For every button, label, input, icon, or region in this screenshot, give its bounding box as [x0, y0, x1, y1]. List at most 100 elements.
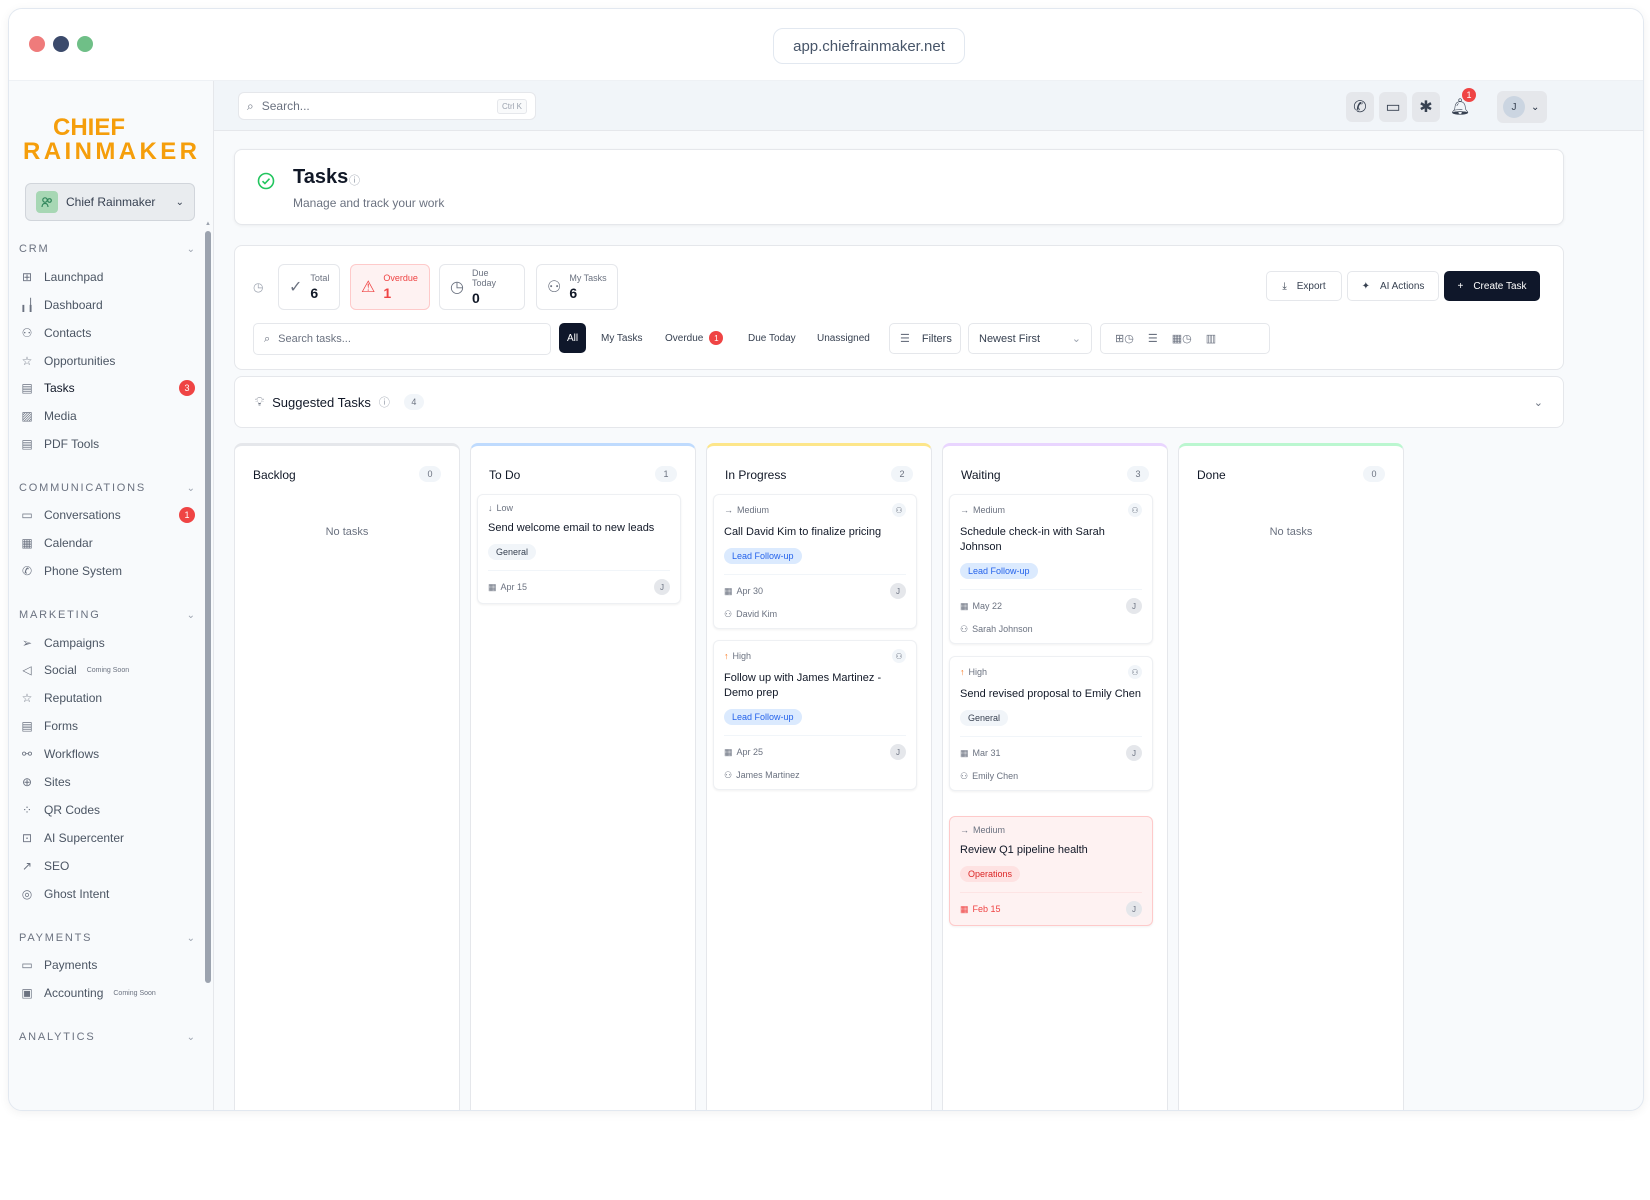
task-card-overdue[interactable]: → Medium Review Q1 pipeline health Operat… — [949, 816, 1153, 926]
browser-window: app.chiefrainmaker.net CHIEF RAINMAKER C… — [8, 8, 1644, 1111]
chevron-down-icon[interactable]: ⌄ — [1534, 396, 1543, 409]
column-title: Done — [1197, 468, 1226, 482]
brand-logo: CHIEF RAINMAKER — [23, 114, 197, 163]
tab-all[interactable]: All — [559, 323, 587, 353]
sidebar-item-pdf-tools[interactable]: ▤ PDF Tools — [19, 433, 195, 455]
global-search[interactable]: ⌕ Search... Ctrl K — [238, 92, 536, 120]
calendar-view-icon[interactable]: ▦◷ — [1172, 332, 1192, 345]
info-icon[interactable]: ⓘ — [349, 172, 360, 188]
column-count: 3 — [1127, 466, 1149, 482]
chart-view-icon[interactable]: ▥ — [1206, 332, 1216, 345]
sidebar-item-tasks[interactable]: ▤ Tasks 3 — [19, 377, 195, 399]
account-switcher[interactable]: Chief Rainmaker ⌄ — [25, 183, 195, 221]
export-button[interactable]: ⤓ Export — [1266, 271, 1342, 301]
list-view-icon[interactable]: ☰ — [1148, 332, 1158, 345]
avatar[interactable]: J — [1126, 598, 1142, 614]
task-tag: Lead Follow-up — [724, 709, 802, 725]
notifications-button[interactable]: 🔔︎ 1 — [1446, 88, 1476, 122]
avatar[interactable]: J — [890, 583, 906, 599]
sidebar-item-seo[interactable]: ↗ SEO — [19, 855, 195, 877]
pdf-icon: ▤ — [21, 437, 33, 451]
task-title: Call David Kim to finalize pricing — [724, 526, 882, 538]
board-view-icon[interactable]: ⊞◷ — [1115, 332, 1134, 345]
task-card[interactable]: → Medium ⚇ Call David Kim to finalize pric… — [713, 494, 917, 629]
sidebar-item-social[interactable]: ◁ Social Coming Soon — [19, 659, 195, 681]
create-task-button[interactable]: + Create Task — [1444, 271, 1540, 301]
task-tag: Operations — [960, 866, 1021, 882]
section-marketing[interactable]: MARKETING ⌄ — [19, 609, 195, 621]
sidebar-scrollbar[interactable] — [205, 231, 211, 983]
workflow-icon: ⚯ — [21, 747, 33, 761]
sidebar-item-workflows[interactable]: ⚯ Workflows — [19, 743, 195, 765]
phone-button[interactable]: ✆ — [1346, 92, 1374, 122]
task-tag: General — [960, 710, 1009, 726]
avatar[interactable]: J — [890, 744, 906, 760]
sidebar-item-conversations[interactable]: ▭ Conversations 1 — [19, 504, 195, 526]
sidebar-item-dashboard[interactable]: ╻╽ Dashboard — [19, 294, 195, 316]
task-card[interactable]: → Medium ⚇ Schedule check-in with Sarah Jo… — [949, 494, 1153, 644]
suggested-tasks-bar[interactable]: 💡︎ Suggested Tasks ⓘ 4 ⌄ — [234, 376, 1564, 428]
chevron-down-icon: ⌄ — [1071, 333, 1081, 345]
task-card[interactable]: ↑ High ⚇ Follow up with James Martinez - D… — [713, 640, 917, 790]
avatar[interactable]: J — [654, 579, 670, 595]
section-communications[interactable]: COMMUNICATIONS ⌄ — [19, 482, 195, 494]
task-footer: ▦ Apr 15 J — [488, 570, 670, 595]
avatar[interactable]: J — [1126, 745, 1142, 761]
stat-due-today[interactable]: ◷ Due Today 0 — [439, 264, 525, 310]
sidebar-item-ghost-intent[interactable]: ◎ Ghost Intent — [19, 883, 195, 905]
section-crm[interactable]: CRM ⌄ — [19, 243, 195, 255]
download-icon: ⤓ — [1282, 280, 1287, 292]
bug-report-button[interactable]: ✱ — [1412, 92, 1440, 122]
sidebar-item-qr-codes[interactable]: ⁘ QR Codes — [19, 799, 195, 821]
task-title: Send revised proposal to Emily Chen — [960, 688, 1141, 700]
sidebar-item-reputation[interactable]: ☆ Reputation — [19, 687, 195, 709]
task-card[interactable]: ↓ Low Send welcome email to new leads Gen… — [477, 494, 681, 604]
tab-unassigned[interactable]: Unassigned — [809, 323, 878, 353]
sidebar-item-phone-system[interactable]: ✆ Phone System — [19, 560, 195, 582]
task-search-input[interactable]: ⌕ Search tasks... — [253, 323, 551, 355]
sidebar-item-opportunities[interactable]: ☆ Opportunities — [19, 350, 195, 372]
messages-button[interactable]: ▭ — [1379, 92, 1407, 122]
tab-overdue[interactable]: Overdue 1 — [657, 323, 731, 353]
send-icon: ➢ — [21, 636, 33, 650]
tab-my-tasks[interactable]: My Tasks — [593, 323, 651, 353]
sort-select[interactable]: Newest First ⌄ — [968, 323, 1092, 354]
tab-due-today[interactable]: Due Today — [740, 323, 804, 353]
sidebar-item-sites[interactable]: ⊕ Sites — [19, 771, 195, 793]
sidebar-item-contacts[interactable]: ⚇ Contacts — [19, 322, 195, 344]
stat-total[interactable]: ✓ Total 6 — [278, 264, 340, 310]
sidebar-item-forms[interactable]: ▤ Forms — [19, 715, 195, 737]
column-title: In Progress — [725, 468, 787, 482]
url-bar[interactable]: app.chiefrainmaker.net — [773, 28, 965, 64]
notification-badge: 1 — [1462, 88, 1476, 102]
stat-overdue[interactable]: ⚠ Overdue 1 — [350, 264, 430, 310]
sidebar-item-accounting[interactable]: ▣ Accounting Coming Soon — [19, 982, 195, 1004]
overdue-badge: 1 — [709, 331, 724, 345]
stat-my-tasks[interactable]: ⚇ My Tasks 6 — [536, 264, 618, 310]
sidebar-item-calendar[interactable]: ▦ Calendar — [19, 532, 195, 554]
sidebar-item-campaigns[interactable]: ➢ Campaigns — [19, 632, 195, 654]
ai-actions-button[interactable]: ✦ AI Actions — [1347, 271, 1439, 301]
filters-button[interactable]: ☰ Filters — [889, 323, 961, 354]
section-analytics[interactable]: ANALYTICS ⌄ — [19, 1031, 195, 1043]
close-dot[interactable] — [29, 36, 45, 52]
section-payments[interactable]: PAYMENTS ⌄ — [19, 932, 195, 944]
minimize-dot[interactable] — [53, 36, 69, 52]
clock-icon[interactable]: ◷ — [253, 280, 263, 294]
person-icon: ⚇ — [892, 503, 906, 517]
task-contact: ⚇ David Kim — [724, 609, 778, 619]
avatar[interactable]: J — [1126, 901, 1142, 917]
scroll-up-arrow[interactable]: ▲ — [205, 221, 211, 227]
trend-icon: ↗ — [21, 859, 33, 873]
user-menu[interactable]: J ⌄ — [1497, 91, 1547, 123]
task-card[interactable]: ↑ High ⚇ Send revised proposal to Emily Ch… — [949, 656, 1153, 791]
sidebar-item-payments[interactable]: ▭ Payments — [19, 954, 195, 976]
priority-label: → Medium ⚇ — [960, 503, 1142, 517]
task-footer: ▦ May 22 J — [960, 589, 1142, 614]
maximize-dot[interactable] — [77, 36, 93, 52]
bar-chart-icon: ╻╽ — [19, 298, 35, 312]
conversations-badge: 1 — [179, 507, 195, 523]
sidebar-item-media[interactable]: ▨ Media — [19, 405, 195, 427]
sidebar-item-launchpad[interactable]: ⊞ Launchpad — [19, 266, 195, 288]
sidebar-item-ai-supercenter[interactable]: ⊡ AI Supercenter — [19, 827, 195, 849]
